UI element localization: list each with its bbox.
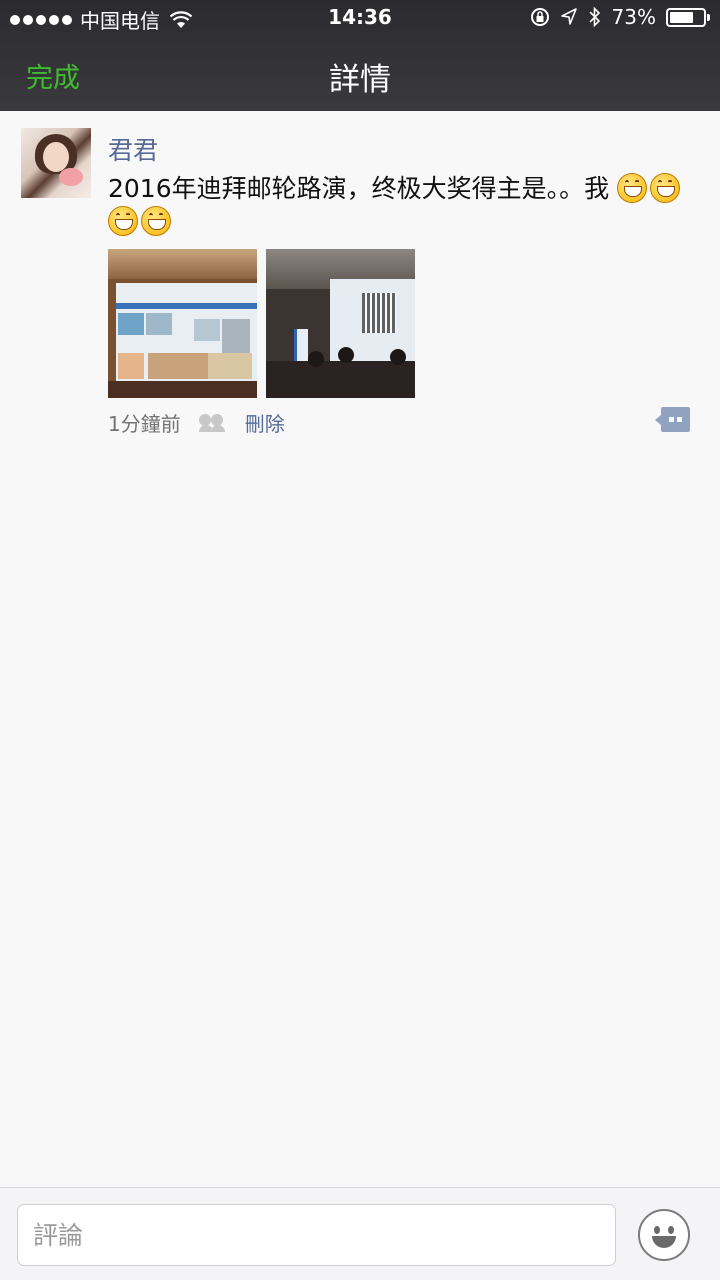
location-icon xyxy=(560,8,577,25)
post-meta: 1分鐘前 刪除 xyxy=(108,408,285,437)
battery-icon xyxy=(666,7,710,27)
battery-percent: 73% xyxy=(611,5,656,29)
post-time: 1分鐘前 xyxy=(108,412,181,436)
post-text: 2016年迪拜邮轮路演，终极大奖得主是。。我 xyxy=(108,174,618,203)
visibility-people-icon[interactable] xyxy=(198,413,227,432)
comment-input[interactable] xyxy=(17,1204,616,1266)
avatar[interactable] xyxy=(21,128,91,198)
battery-fill xyxy=(670,11,694,23)
status-bar: 中国电信 14:36 73% xyxy=(0,0,720,36)
orientation-lock-icon xyxy=(530,8,549,26)
comment-action-icon[interactable] xyxy=(655,407,690,432)
post-content: 2016年迪拜邮轮路演，终极大奖得主是。。我 xyxy=(108,172,700,238)
grinning-emoji-icon xyxy=(141,206,171,236)
post-username[interactable]: 君君 xyxy=(108,131,158,167)
delete-button[interactable]: 刪除 xyxy=(245,408,285,437)
status-right: 73% xyxy=(530,5,710,29)
bluetooth-icon xyxy=(588,6,600,28)
navigation-bar: 中国电信 14:36 73% 完成 詳情 xyxy=(0,0,720,111)
grinning-emoji-icon xyxy=(108,206,138,236)
grinning-emoji-icon xyxy=(650,173,681,203)
grinning-emoji-icon xyxy=(617,173,648,203)
post-image-2[interactable] xyxy=(266,249,415,398)
emoji-button[interactable] xyxy=(638,1209,690,1261)
page-title: 詳情 xyxy=(329,62,391,98)
post-image-1[interactable] xyxy=(108,249,257,398)
